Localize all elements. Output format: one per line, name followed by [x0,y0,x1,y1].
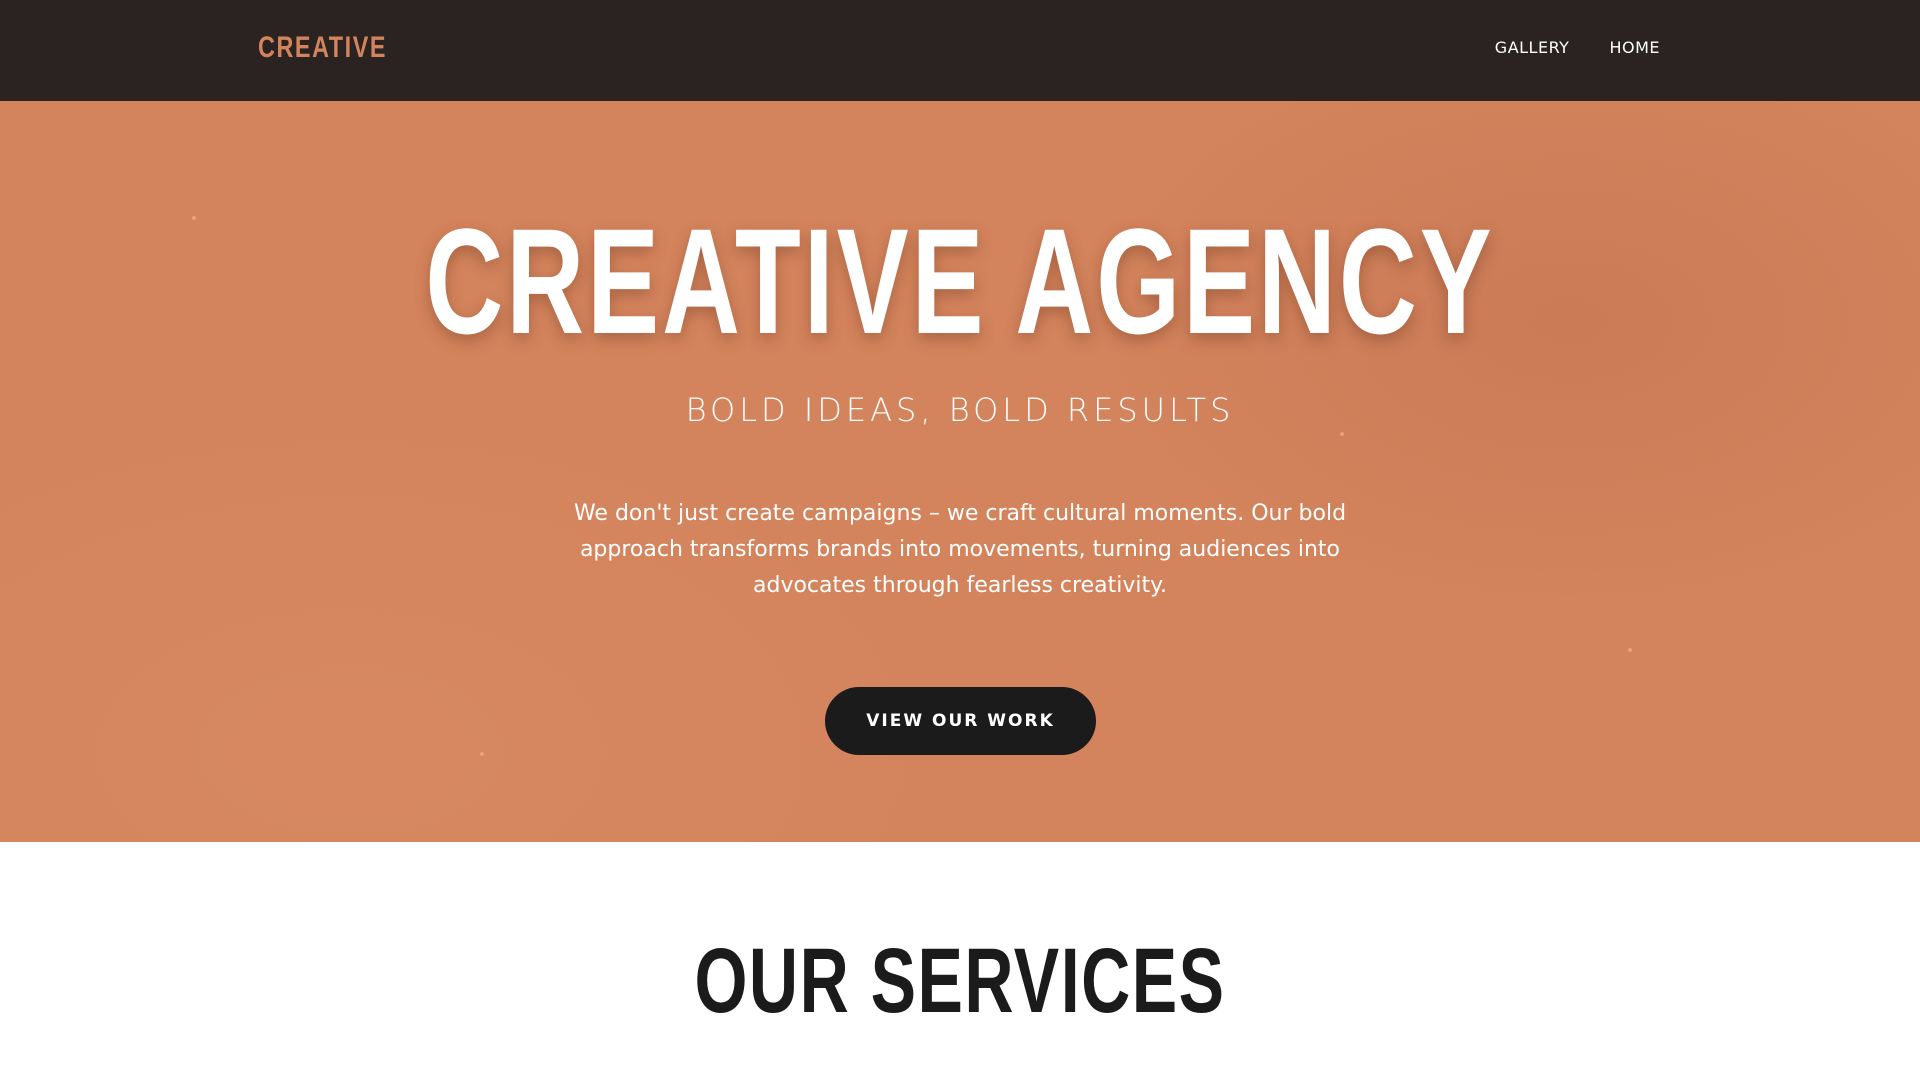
decorative-dot [1628,648,1632,652]
services-heading: OUR SERVICES [694,930,1226,1032]
site-logo[interactable]: CREATIVE [258,31,387,65]
hero-title: CREATIVE AGENCY [425,197,1495,365]
view-our-work-button[interactable]: VIEW OUR WORK [825,687,1096,755]
decorative-dot [1340,432,1344,436]
nav-link-home[interactable]: HOME [1609,38,1660,57]
nav-link-gallery[interactable]: GALLERY [1495,38,1570,57]
decorative-dot [480,752,484,756]
hero-description: We don't just create campaigns – we craf… [573,501,1347,598]
top-navbar: CREATIVE GALLERY HOME [0,0,1920,101]
main-nav: GALLERY HOME [1495,38,1660,57]
hero-section: CREATIVE AGENCY BOLD IDEAS, BOLD RESULTS… [0,101,1920,842]
decorative-dot [192,216,196,220]
hero-subtitle: BOLD IDEAS, BOLD RESULTS [685,391,1235,429]
